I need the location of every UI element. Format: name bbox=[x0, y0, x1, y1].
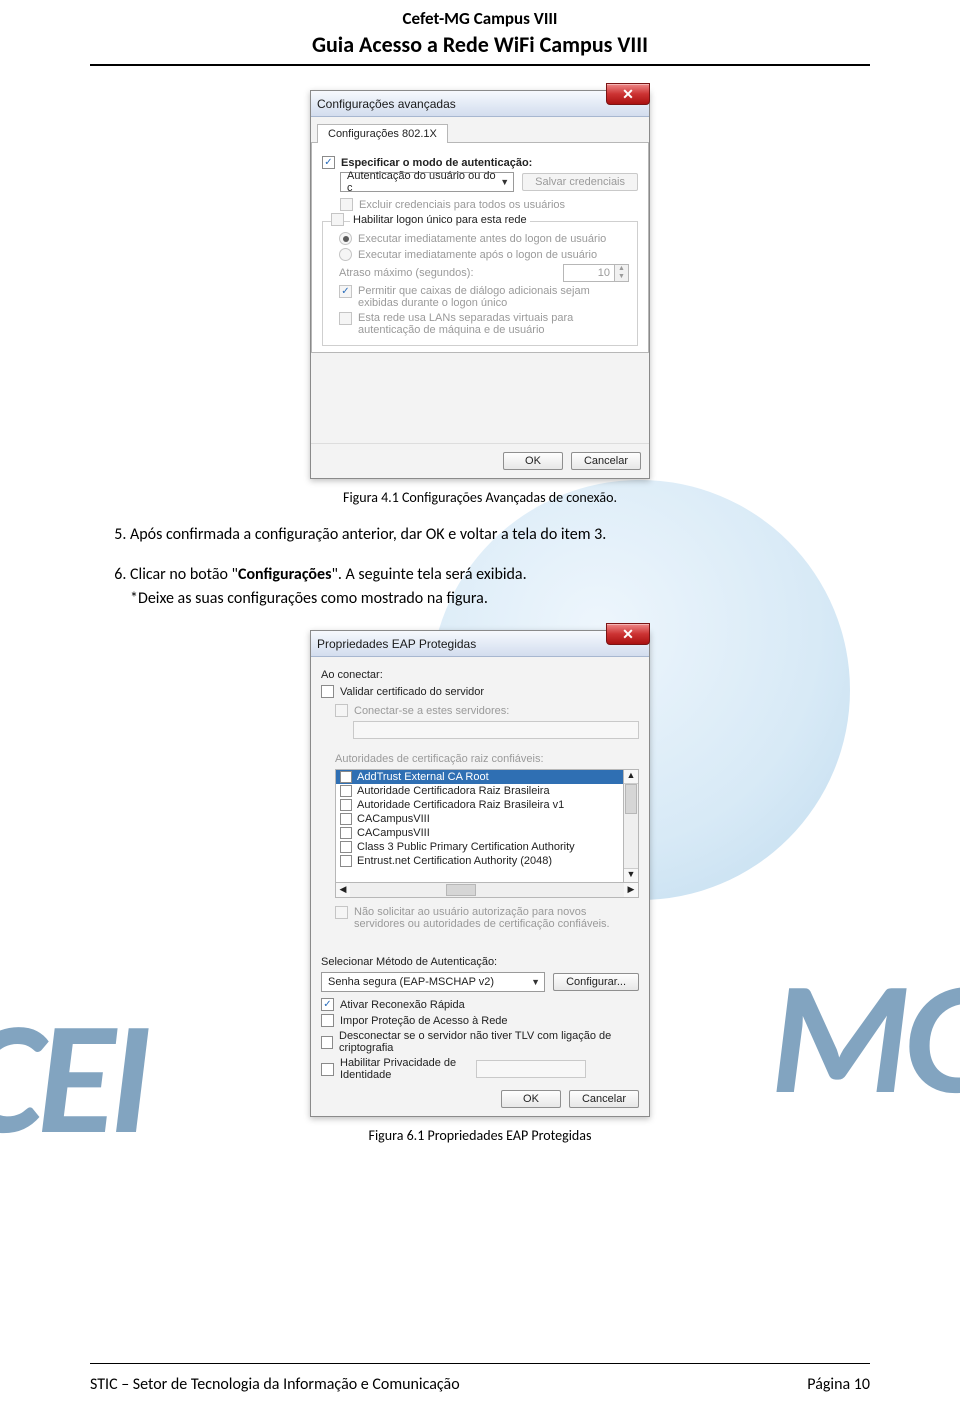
label-root-ca: Autoridades de certificação raiz confiáv… bbox=[335, 753, 639, 765]
close-button[interactable]: ✕ bbox=[606, 83, 650, 105]
step-6: Clicar no botão "Configurações". A segui… bbox=[130, 564, 870, 586]
footer-rule bbox=[90, 1363, 870, 1364]
label-max-delay: Atraso máximo (segundos): bbox=[339, 267, 474, 279]
auth-mode-value: Autenticação do usuário ou do c bbox=[347, 170, 500, 194]
auth-mode-combo[interactable]: Autenticação do usuário ou do c ▼ bbox=[340, 172, 514, 192]
label-enable-sso: Habilitar logon único para esta rede bbox=[350, 214, 530, 226]
ca-listbox[interactable]: AddTrust External CA Root Autoridade Cer… bbox=[335, 769, 624, 883]
ca-item[interactable]: Class 3 Public Primary Certification Aut… bbox=[336, 840, 623, 854]
label-no-prompt: Não solicitar ao usuário autorização par… bbox=[354, 906, 634, 930]
label-connect-servers: Conectar-se a estes servidores: bbox=[354, 705, 509, 717]
spinner-buttons[interactable]: ▲▼ bbox=[615, 264, 629, 282]
step-6-note: *Deixe as suas configurações como mostra… bbox=[130, 589, 870, 608]
checkbox-tlv[interactable] bbox=[321, 1036, 333, 1049]
label-tlv: Desconectar se o servidor não tiver TLV … bbox=[339, 1030, 639, 1054]
checkbox-fast-reconnect[interactable] bbox=[321, 998, 334, 1011]
checkbox-separate-vlan[interactable] bbox=[339, 312, 352, 325]
ca-item[interactable]: CACampusVIII bbox=[336, 826, 623, 840]
scroll-up-icon[interactable]: ▲ bbox=[624, 770, 638, 784]
horizontal-scrollbar[interactable]: ◀ ▶ bbox=[335, 883, 639, 898]
footer-right: Página 10 bbox=[807, 1375, 870, 1394]
auth-method-combo[interactable]: Senha segura (EAP-MSCHAP v2) ▼ bbox=[321, 972, 545, 992]
auth-method-value: Senha segura (EAP-MSCHAP v2) bbox=[328, 976, 494, 988]
scroll-left-icon[interactable]: ◀ bbox=[336, 883, 350, 897]
servers-textfield[interactable] bbox=[353, 721, 639, 739]
label-before-logon: Executar imediatamente antes do logon de… bbox=[358, 233, 606, 245]
label-on-connect: Ao conectar: bbox=[321, 669, 639, 681]
tab-8021x[interactable]: Configurações 802.1X bbox=[317, 124, 448, 143]
label-fast-reconnect: Ativar Reconexão Rápida bbox=[340, 999, 465, 1011]
ca-item[interactable]: AddTrust External CA Root bbox=[336, 770, 623, 784]
ca-item[interactable]: Entrust.net Certification Authority (204… bbox=[336, 854, 623, 868]
caption-fig-4-1: Figura 4.1 Configurações Avançadas de co… bbox=[90, 489, 870, 506]
label-after-logon: Executar imediatamente após o logon de u… bbox=[358, 249, 597, 261]
label-specify-auth: Especificar o modo de autenticação: bbox=[341, 157, 532, 169]
checkbox-validate-cert[interactable] bbox=[321, 685, 334, 698]
sso-group: Habilitar logon único para esta rede Exe… bbox=[322, 221, 638, 346]
ok-button[interactable]: OK bbox=[503, 452, 563, 470]
footer-left: STIC – Setor de Tecnologia da Informação… bbox=[90, 1375, 460, 1394]
checkbox-connect-servers[interactable] bbox=[335, 704, 348, 717]
configure-button[interactable]: Configurar... bbox=[553, 973, 639, 991]
cancel-button[interactable]: Cancelar bbox=[571, 452, 641, 470]
delay-spinner[interactable]: 10 bbox=[563, 264, 615, 282]
scroll-down-icon[interactable]: ▼ bbox=[624, 868, 638, 882]
step-5: Após confirmada a configuração anterior,… bbox=[130, 524, 870, 546]
chevron-down-icon: ▼ bbox=[531, 977, 540, 987]
header-rule bbox=[90, 64, 870, 66]
titlebar[interactable]: Propriedades EAP Protegidas ✕ bbox=[311, 631, 649, 657]
caption-fig-6-1: Figura 6.1 Propriedades EAP Protegidas bbox=[90, 1127, 870, 1144]
dialog-title: Propriedades EAP Protegidas bbox=[317, 637, 476, 651]
vertical-scrollbar[interactable]: ▲ ▼ bbox=[624, 769, 639, 883]
label-auth-method: Selecionar Método de Autenticação: bbox=[321, 956, 639, 968]
radio-after-logon[interactable] bbox=[339, 248, 352, 261]
dialog-title: Configurações avançadas bbox=[317, 97, 456, 111]
label-exclude-credentials: Excluir credenciais para todos os usuári… bbox=[359, 199, 565, 211]
identity-privacy-field[interactable] bbox=[476, 1060, 586, 1078]
checkbox-exclude-credentials[interactable] bbox=[340, 198, 353, 211]
radio-before-logon[interactable] bbox=[339, 232, 352, 245]
close-icon: ✕ bbox=[622, 86, 634, 103]
save-credentials-button[interactable]: Salvar credenciais bbox=[522, 173, 638, 191]
doc-header-1: Cefet-MG Campus VIII bbox=[90, 8, 870, 29]
checkbox-no-prompt[interactable] bbox=[335, 906, 348, 919]
label-identity-privacy: Habilitar Privacidade de Identidade bbox=[340, 1057, 470, 1081]
cancel-button[interactable]: Cancelar bbox=[569, 1090, 639, 1108]
checkbox-enable-sso[interactable] bbox=[331, 213, 344, 226]
chevron-down-icon: ▼ bbox=[500, 177, 509, 187]
scroll-right-icon[interactable]: ▶ bbox=[624, 883, 638, 897]
ca-item[interactable]: CACampusVIII bbox=[336, 812, 623, 826]
close-icon: ✕ bbox=[622, 626, 634, 643]
titlebar[interactable]: Configurações avançadas ✕ bbox=[311, 91, 649, 117]
label-validate-cert: Validar certificado do servidor bbox=[340, 686, 484, 698]
ca-item[interactable]: Autoridade Certificadora Raiz Brasileira bbox=[336, 784, 623, 798]
eap-properties-dialog: Propriedades EAP Protegidas ✕ Ao conecta… bbox=[310, 630, 650, 1117]
label-allow-dialogs: Permitir que caixas de diálogo adicionai… bbox=[358, 285, 618, 309]
label-nap: Impor Proteção de Acesso à Rede bbox=[340, 1015, 508, 1027]
checkbox-identity-privacy[interactable] bbox=[321, 1063, 334, 1076]
label-separate-vlan: Esta rede usa LANs separadas virtuais pa… bbox=[358, 312, 618, 336]
checkbox-nap[interactable] bbox=[321, 1014, 334, 1027]
doc-header-2: Guia Acesso a Rede WiFi Campus VIII bbox=[90, 31, 870, 58]
advanced-settings-dialog: Configurações avançadas ✕ Configurações … bbox=[310, 90, 650, 479]
ca-item[interactable]: Autoridade Certificadora Raiz Brasileira… bbox=[336, 798, 623, 812]
checkbox-allow-dialogs[interactable] bbox=[339, 285, 352, 298]
close-button[interactable]: ✕ bbox=[606, 623, 650, 645]
checkbox-specify-auth[interactable] bbox=[322, 156, 335, 169]
ok-button[interactable]: OK bbox=[501, 1090, 561, 1108]
